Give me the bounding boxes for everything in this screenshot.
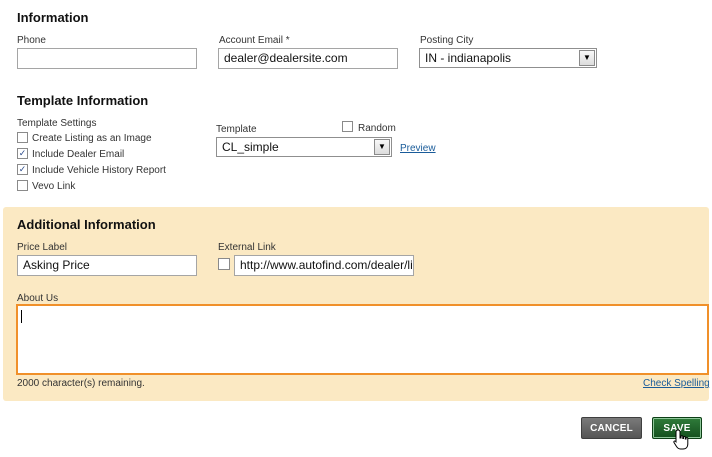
- posting-city-value: IN - indianapolis: [425, 51, 512, 65]
- account-email-label: Account Email *: [219, 35, 290, 46]
- price-label-input[interactable]: Asking Price: [17, 255, 197, 276]
- create-listing-image-label: Create Listing as an Image: [32, 133, 152, 144]
- preview-link[interactable]: Preview: [400, 143, 436, 154]
- template-information-heading: Template Information: [17, 93, 149, 108]
- about-us-label: About Us: [17, 293, 59, 304]
- posting-city-label: Posting City: [420, 35, 474, 46]
- check-icon: ✓: [18, 148, 27, 158]
- template-select[interactable]: CL_simple ▼: [216, 137, 392, 157]
- information-heading: Information: [17, 10, 89, 25]
- include-vehicle-history-label: Include Vehicle History Report: [32, 165, 166, 176]
- create-listing-image-checkbox[interactable]: [17, 132, 28, 143]
- include-dealer-email-label: Include Dealer Email: [32, 149, 125, 160]
- dropdown-arrow-icon[interactable]: ▼: [579, 50, 595, 66]
- external-link-label: External Link: [218, 242, 276, 253]
- additional-information-heading: Additional Information: [17, 217, 156, 232]
- template-settings-label: Template Settings: [17, 118, 97, 129]
- check-icon: ✓: [18, 164, 27, 174]
- about-us-textarea[interactable]: [16, 304, 709, 375]
- cancel-button[interactable]: CANCEL: [581, 417, 642, 439]
- vevo-link-label: Vevo Link: [32, 181, 76, 192]
- account-email-input[interactable]: dealer@dealersite.com: [218, 48, 398, 69]
- phone-input[interactable]: [17, 48, 197, 69]
- dropdown-arrow-icon[interactable]: ▼: [374, 139, 390, 155]
- template-value: CL_simple: [222, 140, 279, 154]
- random-label: Random: [358, 123, 396, 134]
- hand-pointer-icon: [673, 429, 689, 450]
- random-checkbox[interactable]: [342, 121, 353, 132]
- price-label-label: Price Label: [17, 242, 68, 253]
- text-caret: [21, 310, 22, 323]
- external-link-input[interactable]: http://www.autofind.com/dealer/list: [234, 255, 414, 276]
- phone-label: Phone: [17, 35, 46, 46]
- check-spelling-link[interactable]: Check Spelling: [643, 378, 710, 389]
- posting-city-select[interactable]: IN - indianapolis ▼: [419, 48, 597, 68]
- external-link-checkbox[interactable]: [218, 258, 230, 270]
- template-label: Template: [216, 124, 257, 135]
- vevo-link-checkbox[interactable]: [17, 180, 28, 191]
- include-vehicle-history-checkbox[interactable]: ✓: [17, 164, 28, 175]
- chars-remaining-text: 2000 character(s) remaining.: [17, 378, 145, 389]
- include-dealer-email-checkbox[interactable]: ✓: [17, 148, 28, 159]
